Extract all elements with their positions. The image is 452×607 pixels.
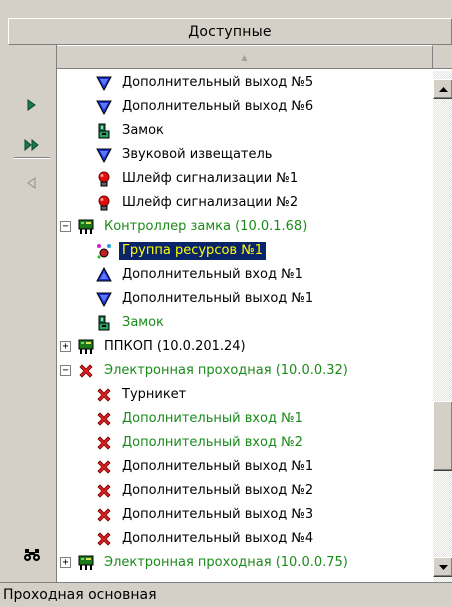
tree-item-label: Дополнительный выход №4 (122, 531, 314, 546)
output-icon (95, 98, 113, 116)
tree-item-label: Звуковой извещатель (122, 147, 273, 162)
tree-item[interactable]: Дополнительный выход №6 (57, 95, 433, 119)
vertical-scrollbar[interactable] (433, 71, 452, 582)
sort-indicator-icon: ▲ (57, 45, 433, 68)
left-toolbar (8, 45, 56, 582)
tree-item-label: Дополнительный вход №2 (122, 435, 303, 450)
expand-icon[interactable]: + (60, 557, 71, 568)
arrow-left-icon (27, 177, 36, 189)
scroll-thumb[interactable] (433, 401, 452, 471)
tree-item-label: Шлейф сигнализации №2 (122, 195, 299, 210)
tree-item[interactable]: Звуковой извещатель (57, 143, 433, 167)
error-icon (95, 482, 113, 500)
lock-icon (95, 314, 113, 332)
tree-item[interactable]: Дополнительный вход №2 (57, 431, 433, 455)
tree-item-label: Дополнительный вход №1 (122, 267, 303, 282)
tree-item-label: Дополнительный выход №6 (122, 99, 314, 114)
output-icon (95, 290, 113, 308)
alarm-loop-icon (95, 194, 113, 212)
error-icon (95, 386, 113, 404)
tree-item-label: Дополнительный выход №1 (122, 291, 314, 306)
controller-icon (77, 338, 95, 356)
tree-item[interactable]: Дополнительный выход №4 (57, 527, 433, 551)
search-button[interactable] (8, 543, 56, 567)
tree-item[interactable]: Группа ресурсов №1 (57, 239, 433, 263)
arrow-right-icon (27, 99, 36, 111)
tree-item-label: Контроллер замка (10.0.1.68) (104, 219, 308, 234)
panel-header: Доступные (8, 18, 452, 45)
scroll-down-arrow-icon (438, 564, 448, 570)
tree-item[interactable]: + ППКОП (10.0.201.24) (57, 335, 433, 359)
output-icon (95, 146, 113, 164)
resource-tree[interactable]: Дополнительный выход №5 Дополнительный вы… (57, 71, 433, 582)
tree-item[interactable]: Шлейф сигнализации №2 (57, 191, 433, 215)
status-text: Проходная основная (3, 587, 157, 603)
tree-item[interactable]: Дополнительный вход №1 (57, 407, 433, 431)
tree-item-label: Дополнительный выход №3 (122, 507, 314, 522)
tree-item[interactable]: Дополнительный выход №3 (57, 503, 433, 527)
tree-item[interactable]: Замок (57, 119, 433, 143)
toolbar-separator (14, 157, 50, 159)
tree-item[interactable]: − Контроллер замка (10.0.1.68) (57, 215, 433, 239)
tree-column-header[interactable]: ▲ (57, 45, 452, 69)
collapse-icon[interactable]: − (60, 365, 71, 376)
move-all-right-button[interactable] (8, 133, 56, 157)
tree-item[interactable]: − Электронная проходная (10.0.0.32) (57, 359, 433, 383)
double-arrow-right-icon (24, 139, 39, 151)
tree-item-label: Электронная проходная (10.0.0.32) (104, 363, 348, 378)
tree-item-label: ППКОП (10.0.201.24) (104, 339, 246, 354)
tree-item[interactable]: Шлейф сигнализации №1 (57, 167, 433, 191)
lock-icon (95, 122, 113, 140)
alarm-loop-icon (95, 170, 113, 188)
error-icon (95, 506, 113, 524)
input-icon (95, 266, 113, 284)
tree-item-label: Замок (122, 315, 164, 330)
panel-title: Доступные (188, 23, 272, 40)
tree-item[interactable]: + Электронная проходная (10.0.0.75) (57, 551, 433, 575)
tree-item-label: Шлейф сигнализации №1 (122, 171, 299, 186)
resource-tree-panel: ▲ Дополнительный выход №5 Дополнительный … (56, 45, 452, 582)
controller-icon (77, 218, 95, 236)
tree-item-label: Дополнительный выход №5 (122, 75, 314, 90)
scroll-up-arrow-icon (438, 86, 448, 92)
tree-item[interactable]: Дополнительный выход №5 (57, 71, 433, 95)
tree-item[interactable]: Дополнительный выход №1 (57, 287, 433, 311)
tree-item-label: Дополнительный выход №2 (122, 483, 314, 498)
resource-group-icon (95, 242, 113, 260)
tree-item-label: Замок (122, 123, 164, 138)
tree-item-label: Электронная проходная (10.0.0.75) (104, 555, 348, 570)
error-icon (95, 434, 113, 452)
tree-item-label: Дополнительный выход №1 (122, 459, 314, 474)
tree-item[interactable]: Дополнительный выход №2 (57, 479, 433, 503)
tree-item[interactable]: Замок (57, 311, 433, 335)
error-icon (77, 362, 95, 380)
output-icon (95, 74, 113, 92)
controller-icon (77, 554, 95, 572)
error-icon (95, 530, 113, 548)
tree-item-label: Группа ресурсов №1 (117, 241, 268, 261)
tree-item[interactable]: Турникет (57, 383, 433, 407)
binoculars-icon (24, 549, 40, 561)
tree-item-label: Дополнительный вход №1 (122, 411, 303, 426)
error-icon (95, 410, 113, 428)
scroll-down-button[interactable] (433, 557, 452, 577)
scroll-up-button[interactable] (433, 79, 452, 99)
tree-item[interactable]: Дополнительный вход №1 (57, 263, 433, 287)
error-icon (95, 458, 113, 476)
move-left-button[interactable] (8, 171, 56, 195)
status-bar: Проходная основная (0, 582, 452, 607)
collapse-icon[interactable]: − (60, 221, 71, 232)
tree-item-label: Турникет (122, 387, 187, 402)
move-right-button[interactable] (8, 93, 56, 117)
expand-icon[interactable]: + (60, 341, 71, 352)
tree-item[interactable]: Дополнительный выход №1 (57, 455, 433, 479)
